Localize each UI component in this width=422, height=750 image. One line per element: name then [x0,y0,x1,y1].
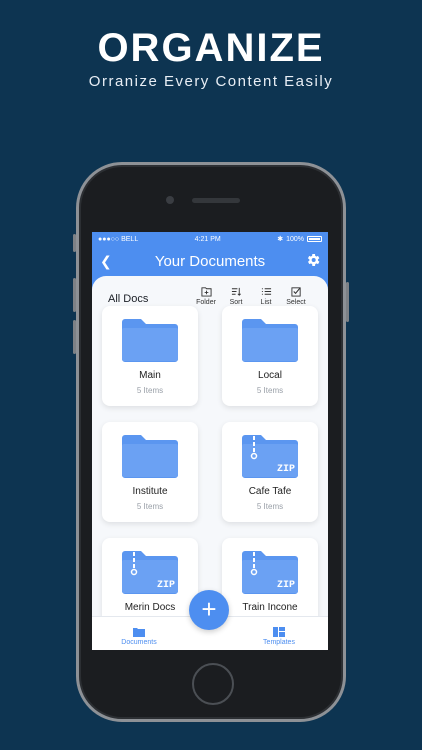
promo-headline: ORGANIZE [97,26,325,70]
item-count: 5 Items [136,386,164,395]
folder-icon [122,319,178,362]
page-title: Your Documents [154,252,266,270]
promo-subline: Orranize Every Content Easily [88,73,334,90]
nav-documents[interactable]: Documents [104,627,174,646]
zip-text: ZIP [277,464,295,474]
volume-button [73,320,76,354]
sort-label: Sort [229,299,243,306]
folder-card-institute[interactable]: Institute 5 Items [102,422,198,522]
item-name: Institute [132,486,168,497]
documents-label: Documents [121,639,157,646]
app-screen: ●●●○○ BELL 4:21 PM ✱ 100% ❮ Your Documen… [92,232,328,650]
zip-label: ZIP [157,580,175,590]
zip-label: ZIP [277,464,295,474]
item-count: 5 Items [136,502,164,511]
item-name: Train Incone [242,602,298,613]
item-name: Main [139,370,161,381]
documents-panel: All Docs Folder Sort List Select Main 5 … [92,276,328,638]
gear-icon[interactable] [305,252,321,268]
status-bar: ●●●○○ BELL 4:21 PM ✱ 100% [92,232,328,246]
item-count: 5 Items [256,386,284,395]
add-document-button[interactable]: + [189,590,229,630]
checkbox-icon [290,287,301,297]
select-button[interactable]: Select [282,286,310,306]
app-bar: ❮ Your Documents [92,246,328,276]
folder-label: Folder [196,299,216,306]
item-name: Local [258,370,282,381]
battery-icon [306,236,322,242]
volume-button [73,278,76,312]
nav-templates[interactable]: Templates [244,627,314,646]
power-button [346,282,349,322]
folder-card-main[interactable]: Main 5 Items [102,306,198,406]
list-view-button[interactable]: List [252,286,280,306]
bluetooth-icon: ✱ [277,236,284,243]
list-label: List [260,299,272,306]
carrier-label: ●●●○○ BELL [98,235,139,243]
folder-plus-icon [200,287,212,297]
volume-button [73,234,76,252]
sort-button[interactable]: Sort [222,286,250,306]
select-label: Select [286,299,306,306]
folder-icon [122,435,178,478]
zip-card-cafe-tafe[interactable]: ZIP Cafe Tafe 5 Items [222,422,318,522]
item-count: 5 Items [256,502,284,511]
speaker-grille [192,198,240,203]
item-name: Merin Docs [124,602,176,613]
battery-label: 100% [286,235,304,243]
list-icon [261,288,271,295]
templates-label: Templates [263,639,295,646]
folder-icon [133,628,145,637]
item-name: Cafe Tafe [248,486,292,497]
sort-icon [231,287,241,296]
zip-text: ZIP [157,580,175,590]
section-title: All Docs [108,293,149,305]
folder-card-local[interactable]: Local 5 Items [222,306,318,406]
camera-icon [166,196,174,204]
zip-text: ZIP [277,580,295,590]
new-folder-button[interactable]: Folder [192,286,220,306]
home-button[interactable] [192,663,234,705]
folder-icon [242,319,298,362]
chevron-left-icon[interactable]: ❮ [100,253,112,270]
clock-label: 4:21 PM [194,235,221,243]
templates-icon [273,627,285,637]
zip-label: ZIP [277,580,295,590]
